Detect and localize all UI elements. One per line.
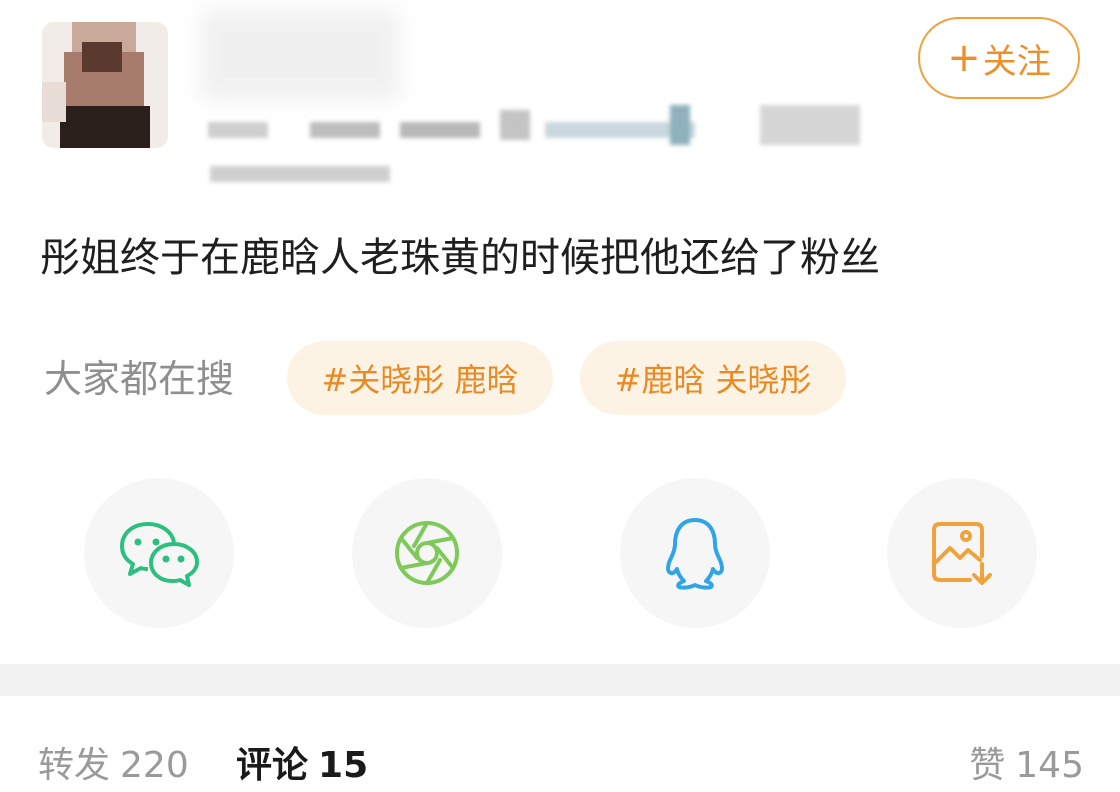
trending-chip[interactable]: #鹿晗 关晓彤 [580,341,846,415]
moments-icon [395,521,459,585]
tab-likes[interactable]: 赞 145 [969,740,1084,792]
trending-label: 大家都在搜 [44,357,235,401]
save-image-button[interactable] [887,478,1037,628]
tab-repost[interactable]: 转发 220 [38,740,189,792]
share-qq-button[interactable] [620,478,770,628]
share-wechat-button[interactable] [84,478,234,628]
share-moments-button[interactable] [352,478,502,628]
like-label: 赞 [969,745,1006,786]
qq-icon [666,518,724,590]
comment-count: 15 [318,745,369,786]
follow-button-label: 关注 [982,41,1051,82]
repost-count: 220 [120,745,189,786]
username-blurred[interactable] [200,10,400,100]
post-meta-blurred [200,100,890,210]
comment-label: 评论 [236,745,309,786]
save-image-icon [932,522,992,585]
follow-button[interactable]: + 关注 [918,17,1080,99]
tab-comments[interactable]: 评论 15 [236,740,368,792]
avatar-pixel [42,82,66,122]
avatar-pixel [82,42,122,72]
avatar-pixel [60,106,150,148]
avatar[interactable] [42,22,168,148]
trending-chip[interactable]: #关晓彤 鹿晗 [287,341,553,415]
like-count: 145 [1015,745,1084,786]
section-divider [0,664,1120,696]
plus-icon: + [947,35,981,81]
wechat-icon [120,522,199,587]
repost-label: 转发 [38,745,111,786]
post-text: 彤姐终于在鹿晗人老珠黄的时候把他还给了粉丝 [40,235,880,281]
